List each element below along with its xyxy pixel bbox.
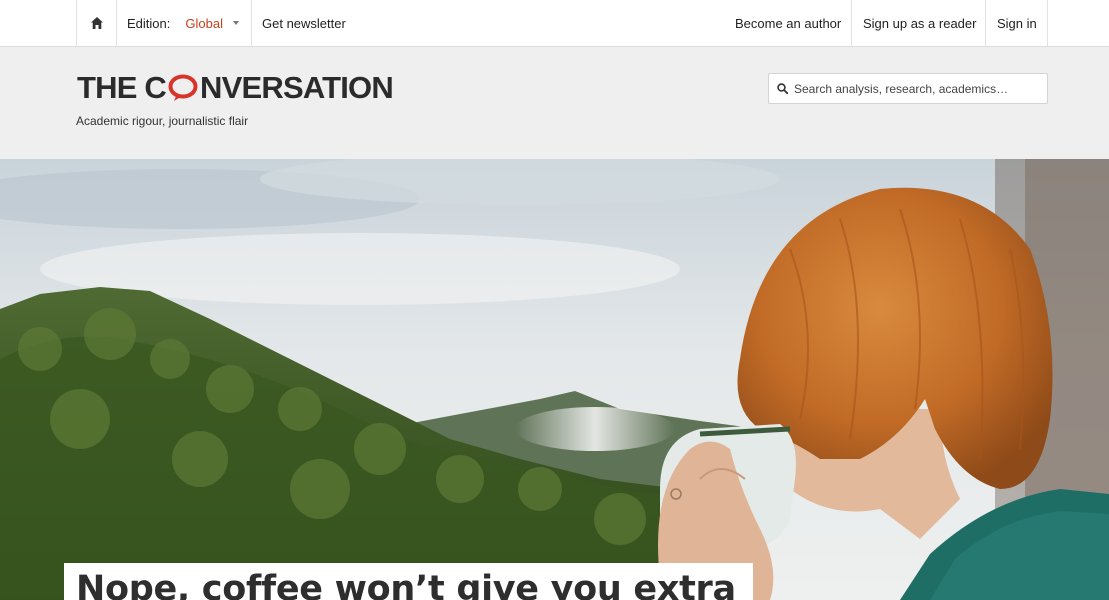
sign-up-reader-link[interactable]: Sign up as a reader [852, 0, 986, 46]
search-input[interactable] [794, 81, 1034, 96]
hero-image[interactable] [0, 159, 1109, 600]
speech-bubble-icon [168, 74, 198, 101]
logo-text-end: NVERSATION [200, 70, 394, 105]
edition-selector[interactable]: Edition: Global [117, 0, 252, 46]
article-headline-box[interactable]: Nope, coffee won’t give you extra [64, 563, 753, 600]
get-newsletter-link[interactable]: Get newsletter [262, 0, 346, 46]
masthead: THE C NVERSATION Academic rigour, journa… [0, 47, 1109, 159]
chevron-down-icon [232, 21, 239, 25]
edition-label: Edition: [127, 15, 171, 31]
home-link[interactable] [76, 0, 117, 46]
tagline: Academic rigour, journalistic flair [76, 114, 249, 128]
home-icon [90, 17, 103, 29]
top-navigation: Edition: Global Get newsletter Become an… [0, 0, 1109, 47]
search-box[interactable] [768, 73, 1048, 104]
site-logo[interactable]: THE C NVERSATION [77, 70, 394, 105]
logo-text-start: THE C [77, 70, 167, 105]
sign-in-link[interactable]: Sign in [986, 0, 1048, 46]
search-icon [777, 83, 788, 94]
article-headline[interactable]: Nope, coffee won’t give you extra [76, 569, 753, 600]
become-author-link[interactable]: Become an author [735, 0, 852, 46]
edition-value[interactable]: Global [185, 16, 223, 31]
